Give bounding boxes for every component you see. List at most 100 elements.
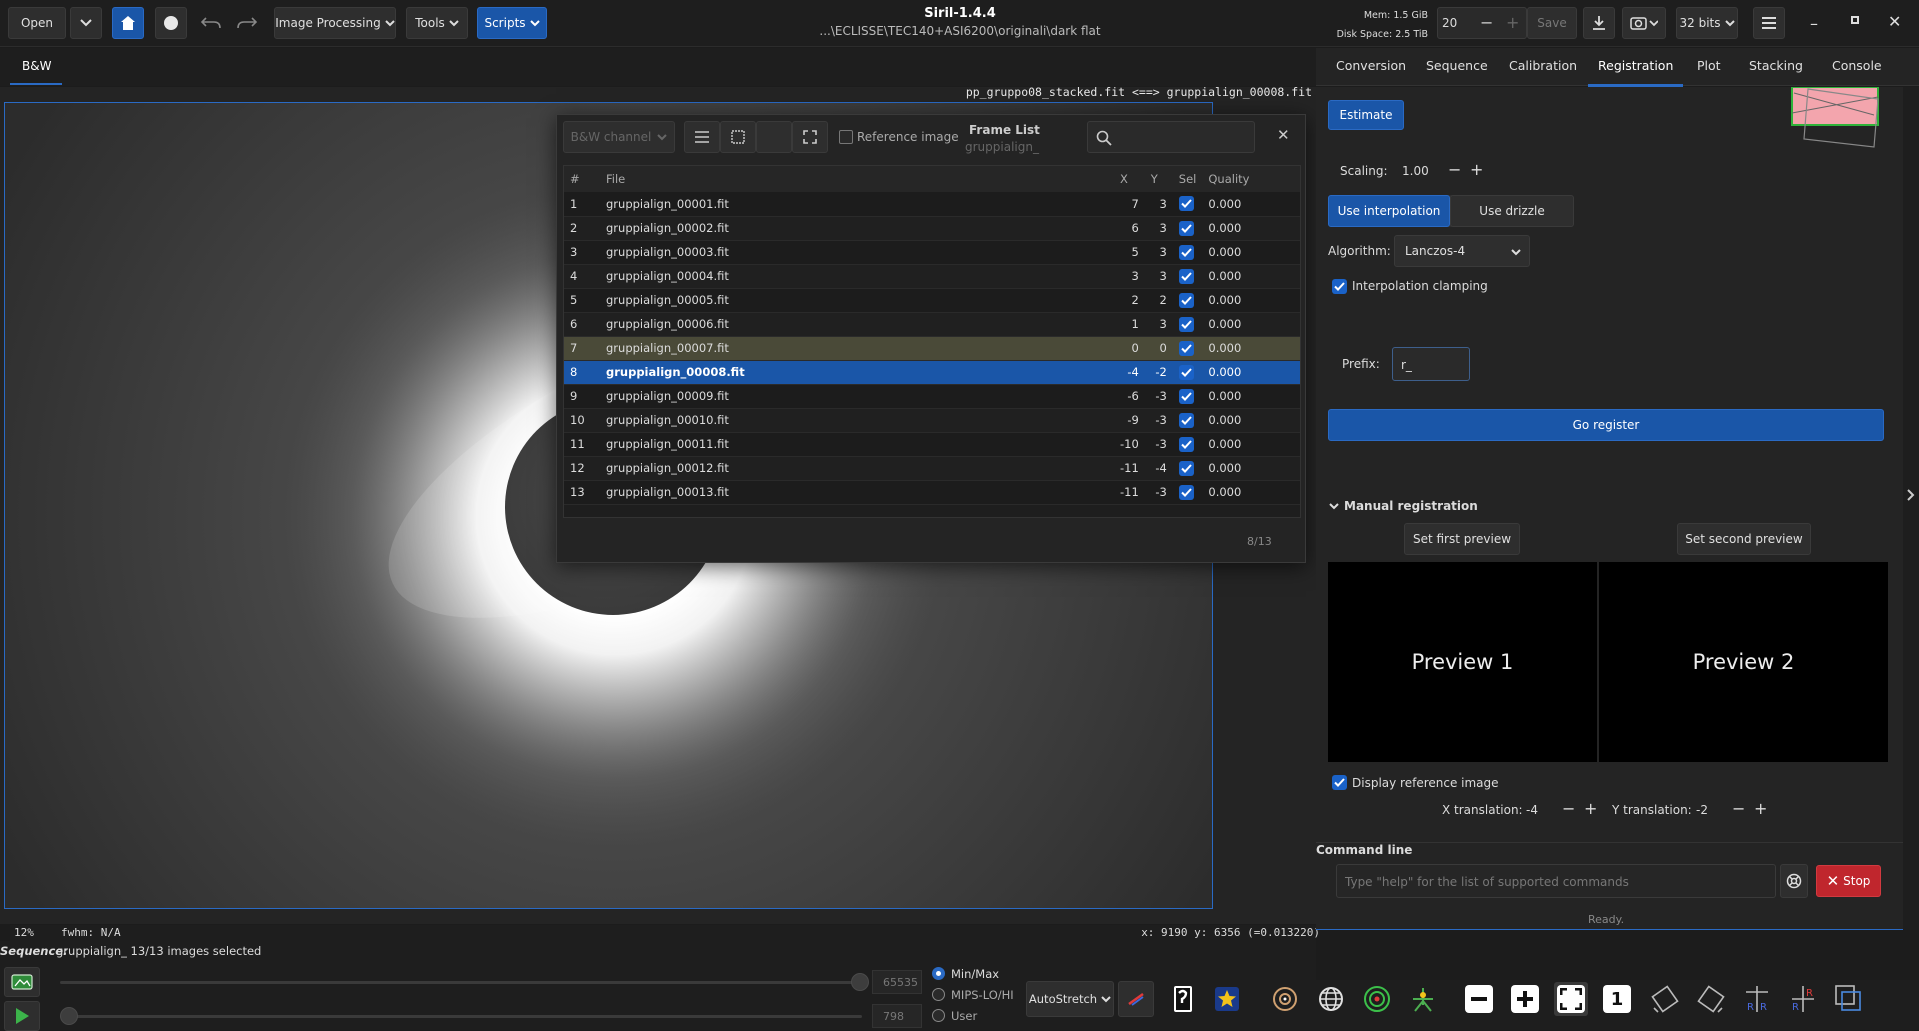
select-checkbox[interactable]	[1178, 364, 1194, 380]
select-checkbox[interactable]	[1178, 460, 1194, 476]
table-row[interactable]: 2 gruppialign_00002.fit 6 3 0.000	[564, 216, 1300, 240]
scaling-spinner[interactable]: 1.00 − +	[1398, 155, 1486, 187]
low-slider[interactable]	[60, 1015, 862, 1018]
radio-user[interactable]	[932, 1009, 945, 1022]
column-header-num[interactable]: #	[564, 166, 600, 192]
decrement-icon[interactable]: −	[1480, 13, 1493, 32]
mirror-x-icon[interactable]: RR	[1740, 982, 1774, 1016]
fullscreen-button[interactable]	[792, 121, 828, 153]
decrement-icon[interactable]: −	[1448, 160, 1461, 179]
scripts-menu[interactable]: Scripts	[477, 7, 547, 39]
select-checkbox[interactable]	[1178, 484, 1194, 500]
tab-conversion[interactable]: Conversion	[1336, 58, 1406, 73]
recent-dropdown-button[interactable]	[70, 7, 102, 39]
play-button[interactable]	[4, 1001, 40, 1031]
x-translation-spinner[interactable]: -4 − +	[1522, 794, 1598, 824]
select-checkbox[interactable]	[1178, 268, 1194, 284]
high-slider-knob[interactable]	[851, 973, 869, 991]
select-checkbox[interactable]	[1178, 316, 1194, 332]
tab-calibration[interactable]: Calibration	[1509, 58, 1577, 73]
select-checkbox[interactable]	[1178, 412, 1194, 428]
rotate-left-icon[interactable]	[1648, 982, 1682, 1016]
table-row[interactable]: 3 gruppialign_00003.fit 5 3 0.000	[564, 240, 1300, 264]
select-checkbox[interactable]	[1178, 196, 1194, 212]
columns-toggle-button[interactable]	[684, 121, 720, 153]
annotate-star-icon[interactable]	[1210, 982, 1244, 1016]
redo-icon[interactable]	[236, 12, 258, 34]
open-button[interactable]: Open	[8, 7, 66, 39]
high-value-input[interactable]: 65535	[872, 970, 922, 994]
tools-menu[interactable]: Tools	[406, 7, 468, 39]
set-first-preview-button[interactable]: Set first preview	[1404, 523, 1520, 555]
increment-icon[interactable]: +	[1754, 799, 1767, 818]
channel-select[interactable]: B&W channel	[563, 121, 675, 153]
search-input[interactable]	[1087, 121, 1255, 153]
command-help-button[interactable]	[1780, 864, 1808, 898]
table-row[interactable]: 5 gruppialign_00005.fit 2 2 0.000	[564, 288, 1300, 312]
image-processing-menu[interactable]: Image Processing	[274, 7, 396, 39]
prefix-input[interactable]: r_	[1392, 347, 1470, 381]
mosaic-icon[interactable]	[1832, 982, 1866, 1016]
close-icon[interactable]: ✕	[1888, 12, 1901, 31]
table-row[interactable]: 10 gruppialign_00010.fit -9 -3 0.000	[564, 408, 1300, 432]
select-checkbox[interactable]	[1178, 244, 1194, 260]
table-row[interactable]: 9 gruppialign_00009.fit -6 -3 0.000	[564, 384, 1300, 408]
mirror-y-icon[interactable]: RR	[1786, 982, 1820, 1016]
target-icon[interactable]	[1360, 982, 1394, 1016]
panel-collapse-strip[interactable]	[1903, 87, 1919, 930]
decrement-icon[interactable]: −	[1562, 799, 1575, 818]
table-row[interactable]: 8 gruppialign_00008.fit -4 -2 0.000	[564, 360, 1300, 384]
select-all-button[interactable]	[720, 121, 756, 153]
high-slider[interactable]	[60, 981, 862, 984]
negative-view-icon[interactable]	[1166, 982, 1200, 1016]
tab-bw[interactable]: B&W	[10, 48, 62, 85]
tab-sequence[interactable]: Sequence	[1426, 58, 1488, 73]
decrement-icon[interactable]: −	[1732, 799, 1745, 818]
use-drizzle-button[interactable]: Use drizzle	[1450, 195, 1574, 227]
increment-icon[interactable]: +	[1584, 799, 1597, 818]
histogram-button[interactable]	[4, 967, 40, 997]
low-value-input[interactable]: 798	[872, 1004, 922, 1028]
command-input[interactable]: Type "help" for the list of supported co…	[1336, 864, 1776, 898]
table-row[interactable]: 1 gruppialign_00001.fit 7 3 0.000	[564, 192, 1300, 216]
galaxy-icon[interactable]	[1268, 982, 1302, 1016]
algorithm-select[interactable]: Lanczos-4	[1394, 235, 1530, 267]
y-translation-spinner[interactable]: -2 − +	[1692, 794, 1768, 824]
home-button[interactable]	[112, 7, 144, 39]
go-register-button[interactable]: Go register	[1328, 409, 1884, 441]
table-row[interactable]: 11 gruppialign_00011.fit -10 -3 0.000	[564, 432, 1300, 456]
use-interpolation-button[interactable]: Use interpolation	[1328, 195, 1450, 227]
increment-icon[interactable]: +	[1506, 13, 1519, 32]
globe-icon[interactable]	[1314, 982, 1348, 1016]
radio-minmax[interactable]	[932, 967, 945, 980]
snapshot-button[interactable]	[1622, 7, 1666, 39]
rotate-right-icon[interactable]	[1694, 982, 1728, 1016]
select-checkbox[interactable]	[1178, 340, 1194, 356]
set-second-preview-button[interactable]: Set second preview	[1677, 523, 1811, 555]
zoom-out-icon[interactable]	[1462, 982, 1496, 1016]
false-color-button[interactable]	[1118, 981, 1154, 1017]
telescope-icon[interactable]	[1406, 982, 1440, 1016]
livestack-button[interactable]	[155, 7, 187, 39]
column-header-y[interactable]: Y	[1145, 166, 1173, 192]
maximize-icon[interactable]	[1851, 16, 1859, 24]
select-checkbox[interactable]	[1178, 388, 1194, 404]
display-mode-select[interactable]: AutoStretch	[1026, 981, 1114, 1017]
interpolation-clamping-checkbox[interactable]	[1332, 279, 1347, 294]
table-row[interactable]: 7 gruppialign_00007.fit 0 0 0.000	[564, 336, 1300, 360]
save-button[interactable]: Save	[1527, 7, 1577, 39]
preview-2-pane[interactable]: Preview 2	[1599, 562, 1888, 762]
close-icon[interactable]: ✕	[1277, 126, 1290, 144]
stop-button[interactable]: ✕ Stop	[1816, 865, 1881, 897]
select-checkbox[interactable]	[1178, 436, 1194, 452]
display-reference-checkbox[interactable]	[1332, 775, 1347, 790]
tab-plot[interactable]: Plot	[1697, 58, 1721, 73]
zoom-100-icon[interactable]: 1	[1600, 982, 1634, 1016]
hamburger-menu-button[interactable]	[1753, 7, 1785, 39]
manual-registration-header[interactable]: Manual registration	[1344, 499, 1478, 513]
tab-registration[interactable]: Registration	[1587, 58, 1684, 87]
minimize-icon[interactable]: –	[1810, 14, 1818, 33]
table-row[interactable]: 12 gruppialign_00012.fit -11 -4 0.000	[564, 456, 1300, 480]
estimate-button[interactable]: Estimate	[1328, 100, 1404, 130]
chevron-down-icon[interactable]	[1329, 503, 1339, 510]
